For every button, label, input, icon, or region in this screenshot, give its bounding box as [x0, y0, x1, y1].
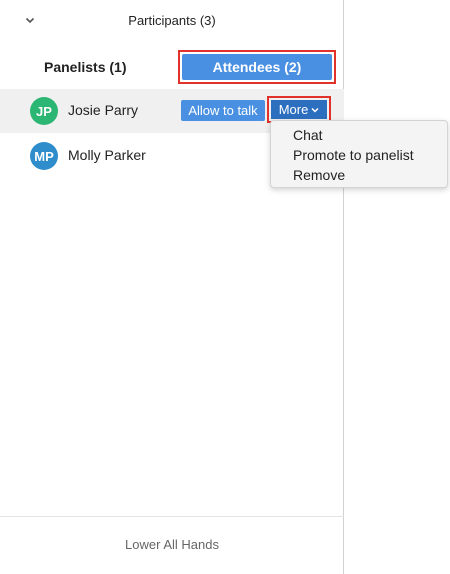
panel-title: Participants (3): [128, 13, 216, 28]
more-button-highlight: More: [267, 96, 331, 123]
attendee-name: Molly Parker: [68, 147, 146, 163]
avatar: JP: [30, 97, 58, 125]
tab-attendees[interactable]: Attendees (2): [182, 54, 332, 80]
lower-all-hands-button[interactable]: Lower All Hands: [0, 537, 344, 552]
menu-item-chat[interactable]: Chat: [271, 125, 447, 145]
avatar: MP: [30, 142, 58, 170]
participants-panel: Participants (3) Panelists (1) Attendees…: [0, 0, 344, 574]
tab-panelists[interactable]: Panelists (1): [44, 59, 126, 75]
participant-tabs: Panelists (1) Attendees (2): [0, 50, 344, 86]
more-button[interactable]: More: [271, 100, 327, 119]
more-dropdown-menu: Chat Promote to panelist Remove: [270, 120, 448, 188]
attendee-name: Josie Parry: [68, 102, 139, 118]
more-button-label: More: [278, 102, 309, 117]
chevron-down-icon: [311, 107, 319, 113]
tab-attendees-highlight: Attendees (2): [178, 50, 336, 84]
panel-header: Participants (3): [0, 0, 344, 42]
panel-footer: Lower All Hands: [0, 516, 344, 574]
menu-item-remove[interactable]: Remove: [271, 165, 447, 185]
menu-item-promote-to-panelist[interactable]: Promote to panelist: [271, 145, 447, 165]
allow-to-talk-button[interactable]: Allow to talk: [181, 100, 265, 121]
